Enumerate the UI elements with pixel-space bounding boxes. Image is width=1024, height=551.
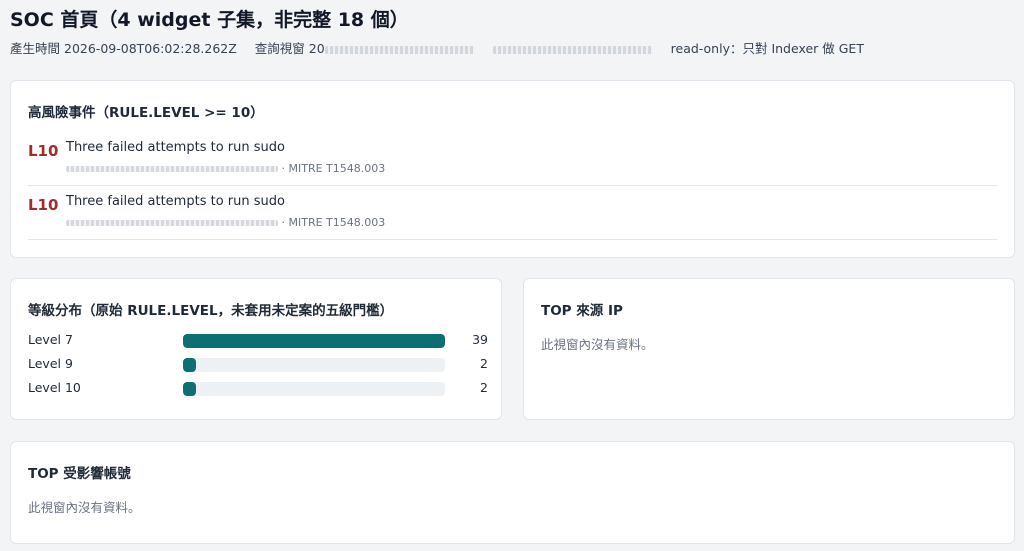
level-count: 2 bbox=[480, 356, 488, 371]
event-mitre: · MITRE T1548.003 bbox=[281, 162, 386, 175]
level-row: Level 7 39 bbox=[28, 331, 488, 351]
level-bar-track bbox=[183, 358, 445, 372]
level-count: 2 bbox=[480, 380, 488, 395]
level-distribution-card: 等級分布（原始 RULE.LEVEL，未套用未定案的五級門檻） Level 7 … bbox=[10, 278, 502, 420]
level-label: Level 10 bbox=[28, 380, 81, 395]
readonly-note: read-only：只對 Indexer 做 GET bbox=[670, 41, 864, 56]
level-label: Level 7 bbox=[28, 332, 73, 347]
event-subline: · MITRE T1548.003 bbox=[66, 162, 385, 175]
redacted-event-meta bbox=[66, 166, 278, 172]
level-count: 39 bbox=[472, 332, 488, 347]
event-description: Three failed attempts to run sudo bbox=[66, 140, 285, 155]
generated-label: 產生時間 bbox=[10, 41, 61, 56]
level-label: Level 9 bbox=[28, 356, 73, 371]
top-accounts-card: TOP 受影響帳號 此視窗內沒有資料。 bbox=[10, 441, 1015, 544]
event-mitre: · MITRE T1548.003 bbox=[281, 216, 386, 229]
redacted-event-meta bbox=[66, 220, 278, 226]
event-level-badge: L10 bbox=[28, 196, 59, 214]
window-value-prefix: 20 bbox=[308, 41, 325, 56]
meta-line: 產生時間 2026-09-08T06:02:28.262Z 查詢視窗 20 re… bbox=[10, 38, 864, 57]
high-risk-events-card: 高風險事件（RULE.LEVEL >= 10） L10 Three failed… bbox=[10, 80, 1015, 258]
top-source-ip-card: TOP 來源 IP 此視窗內沒有資料。 bbox=[523, 278, 1015, 420]
high-risk-events-title: 高風險事件（RULE.LEVEL >= 10） bbox=[28, 105, 264, 121]
level-bar-fill bbox=[183, 334, 445, 348]
event-row[interactable]: L10 Three failed attempts to run sudo · … bbox=[28, 132, 998, 186]
window-label: 查詢視窗 bbox=[254, 41, 305, 56]
redacted-window-end bbox=[492, 45, 653, 54]
top-accounts-title: TOP 受影響帳號 bbox=[28, 466, 131, 482]
level-row: Level 9 2 bbox=[28, 355, 488, 375]
top-accounts-empty: 此視窗內沒有資料。 bbox=[28, 500, 141, 515]
level-bar-track bbox=[183, 382, 445, 396]
top-source-ip-title: TOP 來源 IP bbox=[541, 303, 623, 319]
generated-value: 2026-09-08T06:02:28.262Z bbox=[64, 41, 237, 56]
event-level-badge: L10 bbox=[28, 142, 59, 160]
event-subline: · MITRE T1548.003 bbox=[66, 216, 385, 229]
level-bar-fill bbox=[183, 382, 196, 396]
level-row: Level 10 2 bbox=[28, 379, 488, 399]
level-bar-fill bbox=[183, 358, 196, 372]
top-source-ip-empty: 此視窗內沒有資料。 bbox=[541, 337, 654, 352]
level-bar-track bbox=[183, 334, 445, 348]
page-title: SOC 首頁（4 widget 子集，非完整 18 個） bbox=[10, 9, 409, 31]
event-row[interactable]: L10 Three failed attempts to run sudo · … bbox=[28, 186, 998, 240]
event-description: Three failed attempts to run sudo bbox=[66, 194, 285, 209]
redacted-window-start bbox=[324, 45, 475, 54]
level-distribution-title: 等級分布（原始 RULE.LEVEL，未套用未定案的五級門檻） bbox=[28, 303, 394, 319]
